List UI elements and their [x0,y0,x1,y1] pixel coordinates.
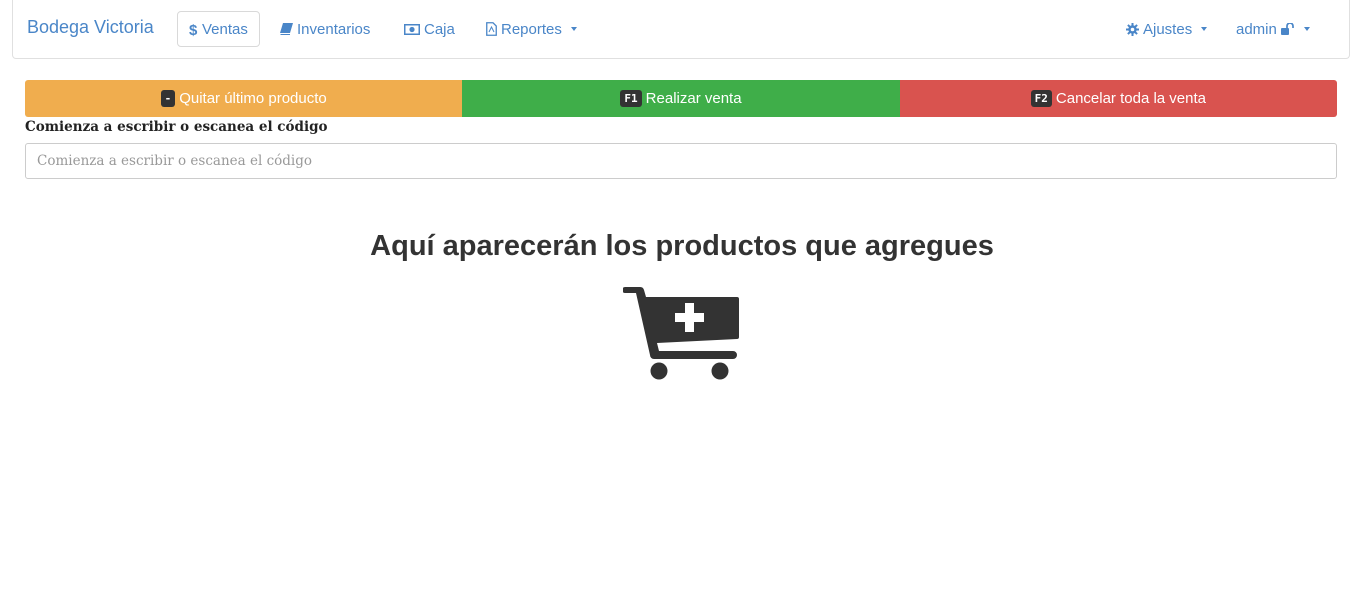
nav-reportes-label: Reportes [501,20,562,38]
dollar-icon: $ [189,22,198,37]
book-icon [280,23,293,35]
complete-sale-label: Realizar venta [645,90,742,107]
chevron-down-icon [1303,27,1310,31]
nav-ventas[interactable]: $ Ventas [177,11,260,47]
nav-inventarios[interactable]: Inventarios [269,11,381,47]
nav-ajustes[interactable]: Ajustes [1115,11,1218,47]
svg-text:$: $ [189,22,198,37]
nav-reportes[interactable]: Reportes [475,11,588,47]
empty-state-title: Aquí aparecerán los productos que agregu… [370,230,994,262]
nav-admin[interactable]: admin [1225,11,1321,47]
code-input[interactable] [25,143,1337,179]
nav-caja[interactable]: Caja [393,11,466,47]
navbar: Bodega Victoria $ Ventas Inventarios Caj… [12,0,1350,59]
shortcut-key: F1 [620,90,642,107]
unlock-icon [1280,23,1295,35]
cancel-sale-label: Cancelar toda la venta [1055,90,1206,107]
nav-ajustes-label: Ajustes [1143,20,1193,38]
complete-sale-button[interactable]: F1 Realizar venta [462,80,900,117]
file-pdf-icon [486,22,497,36]
shortcut-key: F2 [1030,90,1052,107]
code-input-label: Comienza a escribir o escanea el código [25,119,328,135]
gear-icon [1126,22,1139,36]
nav-ventas-label: Ventas [202,20,248,38]
shortcut-key: - [160,90,176,107]
cart-plus-icon [623,286,739,380]
action-bar: - Quitar último producto F1 Realizar ven… [25,80,1337,117]
remove-last-product-label: Quitar último producto [179,90,327,107]
remove-last-product-button[interactable]: - Quitar último producto [25,80,463,117]
chevron-down-icon [570,27,577,31]
cancel-sale-button[interactable]: F2 Cancelar toda la venta [899,80,1337,117]
brand-link[interactable]: Bodega Victoria [27,17,154,38]
nav-inventarios-label: Inventarios [297,20,371,38]
nav-caja-label: Caja [424,20,455,38]
nav-admin-label: admin [1236,20,1277,38]
money-icon [404,23,420,35]
chevron-down-icon [1201,27,1208,31]
